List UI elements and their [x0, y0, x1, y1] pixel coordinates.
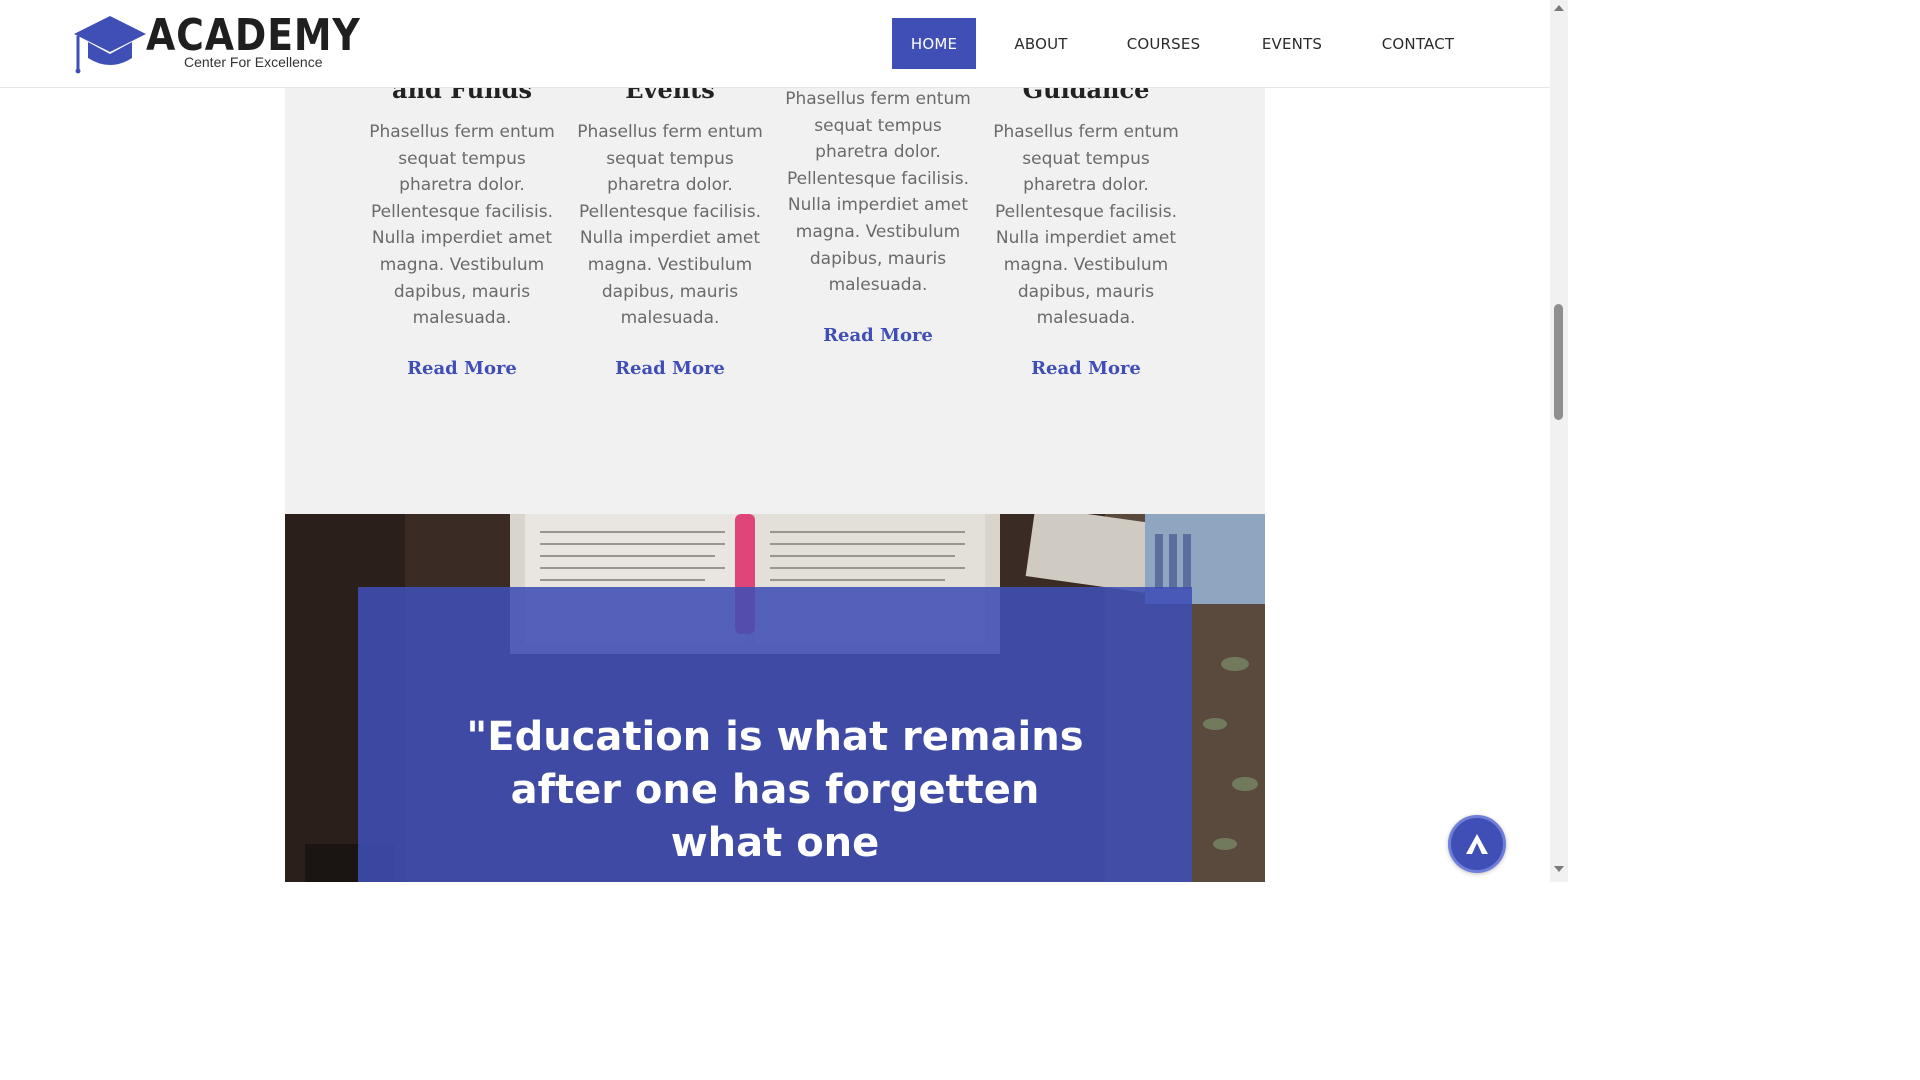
graduation-cap-icon: [74, 16, 146, 74]
nav-item-home[interactable]: HOME: [892, 18, 976, 69]
feature-text: Phasellus ferm entum sequat tempus phare…: [993, 122, 1179, 329]
read-more-link[interactable]: Read More: [367, 358, 557, 379]
nav-item-events[interactable]: EVENTS: [1221, 18, 1363, 69]
nav-item-about[interactable]: ABOUT: [976, 18, 1106, 69]
logo-tagline: Center For Excellence: [184, 54, 323, 70]
feature-text: Phasellus ferm entum sequat tempus phare…: [577, 122, 763, 329]
quote-box: "Education is what remains after one has…: [358, 587, 1192, 882]
feature-card: and Funds Phasellus ferm entum sequat te…: [367, 75, 557, 379]
nav-item-contact[interactable]: CONTACT: [1363, 18, 1473, 69]
scroll-down-arrow-icon[interactable]: [1554, 866, 1564, 872]
main-nav: HOME ABOUT COURSES EVENTS CONTACT: [892, 18, 1473, 69]
page: and Funds Phasellus ferm entum sequat te…: [0, 0, 1568, 882]
page-scrollbar[interactable]: [1550, 0, 1568, 882]
quote-text: "Education is what remains after one has…: [466, 714, 1084, 866]
back-to-top-button[interactable]: [1448, 815, 1506, 873]
feature-card: Events Phasellus ferm entum sequat tempu…: [575, 75, 765, 379]
read-more-link[interactable]: Read More: [575, 358, 765, 379]
quote-banner: "Education is what remains after one has…: [285, 514, 1265, 882]
read-more-link[interactable]: Read More: [991, 358, 1181, 379]
scrollbar-thumb[interactable]: [1554, 304, 1563, 420]
logo[interactable]: ACADEMY Center For Excellence: [72, 10, 360, 74]
feature-text: Phasellus ferm entum sequat tempus phare…: [785, 89, 971, 296]
nav-item-courses[interactable]: COURSES: [1106, 18, 1221, 69]
feature-card: Phasellus ferm entum sequat tempus phare…: [783, 86, 973, 346]
feature-text: Phasellus ferm entum sequat tempus phare…: [369, 122, 555, 329]
read-more-link[interactable]: Read More: [783, 325, 973, 346]
site-header: ACADEMY Center For Excellence HOME ABOUT…: [0, 0, 1550, 88]
arrow-up-icon: [1466, 834, 1488, 854]
scroll-up-arrow-icon[interactable]: [1554, 5, 1564, 11]
feature-card: Guidance Phasellus ferm entum sequat tem…: [991, 75, 1181, 379]
